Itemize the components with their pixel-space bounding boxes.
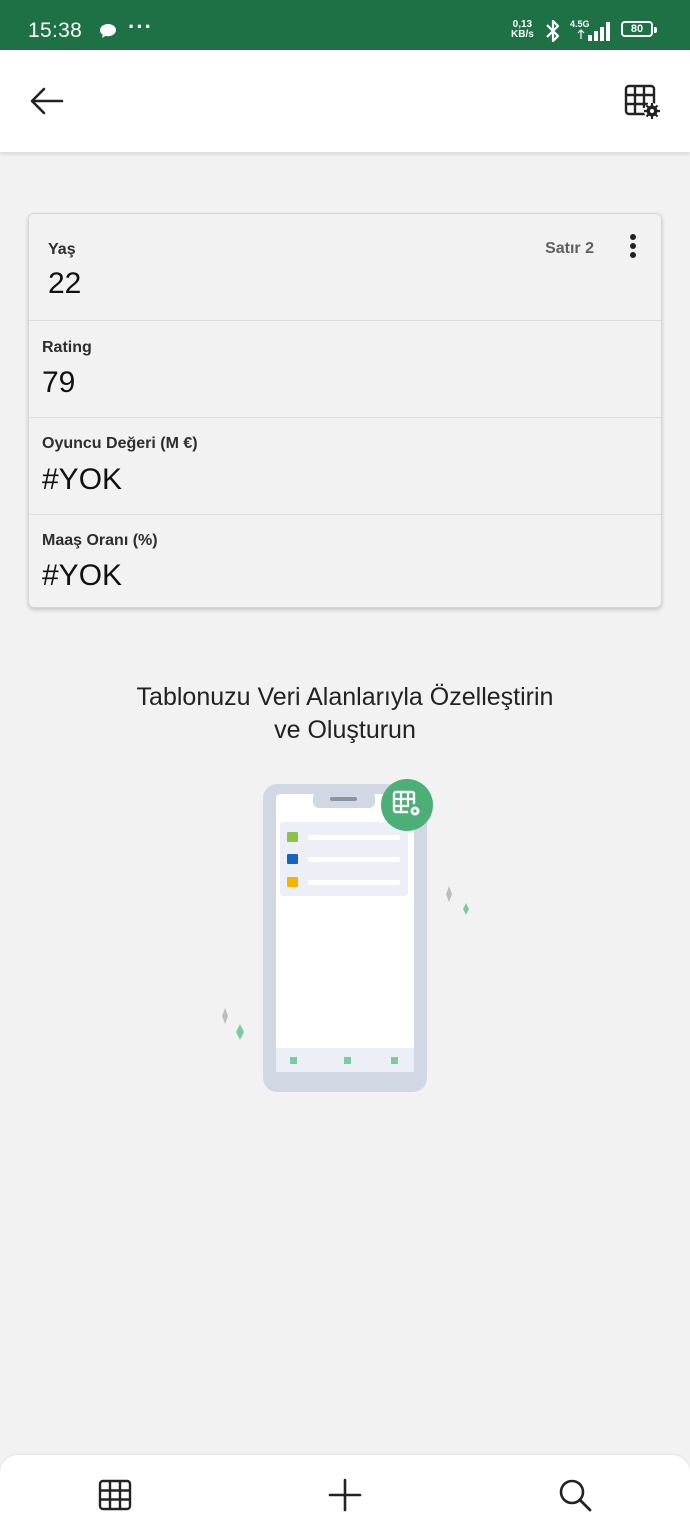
table-settings-button[interactable] [624,84,662,120]
status-bar: 15:38 ··· 0,13 KB/s 4.5G 80 [0,0,690,50]
table-settings-icon [624,84,660,119]
record-card: Satır 2 Yaş 22 Rating 79 Oyuncu Değeri (… [28,213,662,608]
field-row[interactable]: Rating 79 [29,320,661,417]
field-row[interactable]: Yaş 22 [29,214,661,320]
promo-title-line1: Tablonuzu Veri Alanlarıyla Özelleştirin [136,683,554,711]
grid-view-button[interactable] [95,1475,135,1515]
bluetooth-icon [543,19,563,48]
app-bar [0,50,690,152]
signal-bars-icon [576,21,614,46]
field-value: 79 [42,366,76,399]
speed-unit: KB/s [511,29,534,40]
add-button[interactable] [325,1475,365,1515]
field-label: Rating [42,339,92,356]
grid-icon [98,1479,132,1511]
field-value: #YOK [42,463,123,496]
field-value: 22 [48,267,82,300]
bottom-navigation [0,1455,690,1536]
field-label: Yaş [48,241,76,258]
battery-indicator: 80 [621,21,657,37]
promo-title: Tablonuzu Veri Alanlarıyla Özelleştirin … [0,681,690,747]
arrow-left-icon [30,87,64,115]
chat-bubble-icon [99,23,117,44]
field-label: Maaş Oranı (%) [42,532,158,549]
promo-title-line2: ve Oluşturun [274,716,416,744]
search-icon [559,1479,592,1512]
status-time: 15:38 [28,19,83,42]
plus-icon [328,1478,362,1512]
back-button[interactable] [28,86,66,116]
search-button[interactable] [555,1475,595,1515]
field-value: #YOK [42,559,123,592]
field-label: Oyuncu Değeri (M €) [42,435,198,452]
status-more: ··· [128,14,153,39]
network-speed: 0,13 KB/s [511,20,534,40]
field-row[interactable]: Oyuncu Değeri (M €) #YOK [29,417,661,514]
phone-illustration [210,770,480,1100]
field-row[interactable]: Maaş Oranı (%) #YOK [29,514,661,607]
